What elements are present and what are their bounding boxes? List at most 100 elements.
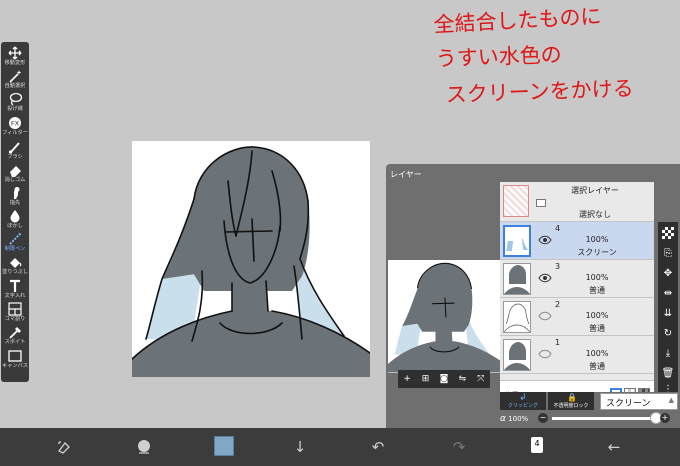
annotation-line-2: うすい水色の [435, 43, 562, 71]
layer-number: 2 [555, 300, 561, 309]
layer-preview [388, 260, 501, 373]
blur-drop-icon [10, 210, 20, 223]
tool-move-transform[interactable]: 移動変形 [1, 46, 29, 68]
layer-row[interactable]: 2 100% 普通 [500, 298, 654, 336]
tool-smudge[interactable]: 指先 [1, 186, 29, 208]
transform-icon[interactable]: ⤧ [475, 374, 487, 384]
layer-blend-mode: 普通 [589, 286, 605, 295]
tool-text[interactable]: 文字入れ [1, 279, 29, 301]
move-arrows-icon[interactable]: ✥ [658, 264, 678, 282]
drawing-canvas[interactable] [132, 141, 370, 377]
svg-text:FX: FX [11, 120, 20, 128]
layer-opacity: 100% [585, 273, 609, 282]
selection-layer-icon [536, 199, 546, 207]
brush-size-icon[interactable] [134, 437, 154, 457]
layer-panel: レイヤー + ⊞ ◙ ⇋ ⤧ 選択レイヤー 選択なし 4 100% スクリーン … [386, 164, 680, 428]
alpha-increase-button[interactable]: + [660, 413, 670, 423]
canvas-icon [8, 350, 22, 362]
tool-brush[interactable]: ブラシ [1, 140, 29, 162]
layer-opacity: 100% [585, 311, 609, 320]
layer-number: 3 [555, 262, 561, 271]
layer-row[interactable]: 4 100% スクリーン [500, 222, 654, 260]
add-layer-icon[interactable]: + [401, 374, 413, 384]
blend-mode-value: スクリーン [606, 399, 651, 409]
alpha-slider-track[interactable] [552, 417, 656, 420]
annotation-line-1: 全結合したものに [433, 4, 602, 37]
tool-filter[interactable]: FX フィルター [1, 116, 29, 138]
handwritten-annotation: 全結合したものに うすい水色の スクリーンをかける [424, 4, 664, 114]
layer-count-badge[interactable]: 4 [531, 437, 543, 453]
blend-controls: ↲ クリッピング 🔒 不透明度ロック スクリーン ▲ [500, 392, 678, 410]
merge-down-icon[interactable]: ⇊ [658, 304, 678, 322]
layer-action-bar: + ⊞ ◙ ⇋ ⤧ [398, 370, 490, 388]
clipping-button[interactable]: ↲ クリッピング [500, 392, 546, 410]
layer-opacity: 100% [585, 349, 609, 358]
layer-panel-title: レイヤー [390, 170, 422, 179]
move-bottom-icon[interactable]: ⤓ [658, 344, 678, 362]
layer-side-tools: ⎘ ✥ ⇹ ⇊ ↻ ⤓ 🗑 ⋮ [658, 222, 678, 395]
quick-menu-icon[interactable] [54, 437, 74, 457]
layer-row[interactable]: 1 100% 普通 [500, 336, 654, 374]
limit-pen-icon [9, 232, 22, 245]
tool-limit-pen[interactable]: 制限ペン [1, 232, 29, 254]
flip-horizontal-icon[interactable]: ⇋ [456, 374, 468, 384]
opacity-lock-label: 不透明度ロック [553, 403, 589, 409]
tool-fill[interactable]: 塗りつぶし [1, 255, 29, 277]
move-arrows-icon [8, 46, 22, 60]
blend-mode-select[interactable]: スクリーン ▲ [600, 393, 678, 410]
fill-bucket-icon [10, 258, 22, 268]
annotation-line-3: スクリーンをかける [445, 76, 634, 107]
selection-layer-title: 選択レイヤー [571, 186, 619, 195]
annotation-svg: 全結合したものに うすい水色の スクリーンをかける [433, 4, 634, 107]
lock-icon: 🔒 [567, 393, 577, 402]
selection-layer-status: 選択なし [579, 210, 611, 219]
download-arrow-icon[interactable]: ↓ [290, 437, 310, 457]
eraser-icon [10, 166, 21, 177]
brush-icon [8, 142, 20, 154]
artwork [132, 146, 370, 377]
text-t-icon [10, 279, 20, 292]
layer-blend-mode: 普通 [589, 362, 605, 371]
clipping-label: クリッピング [507, 403, 538, 409]
lasso-icon [9, 92, 23, 106]
smudge-finger-icon [14, 187, 20, 199]
back-arrow-icon[interactable]: ← [604, 437, 624, 457]
tool-magic-wand[interactable]: 自動選択 [1, 69, 29, 91]
tool-blur[interactable]: ぼかし [1, 209, 29, 231]
tool-eyedropper[interactable]: スポイト [1, 325, 29, 347]
clipboard-icon[interactable]: ⎘ [658, 244, 678, 262]
camera-icon[interactable]: ◙ [438, 374, 450, 384]
frame-divide-icon [8, 302, 22, 316]
redo-icon[interactable]: ↷ [449, 437, 469, 457]
eyedropper-icon [9, 327, 21, 339]
flip-icon[interactable]: ⇹ [658, 284, 678, 302]
alpha-label: α 100% [500, 414, 528, 424]
preview-artwork [388, 262, 501, 373]
tool-eraser[interactable]: 消しゴム [1, 163, 29, 185]
opacity-lock-button[interactable]: 🔒 不透明度ロック [548, 392, 594, 410]
tool-canvas[interactable]: キャンバス [1, 349, 29, 371]
add-layer-image-icon[interactable]: ⊞ [420, 374, 432, 384]
selection-layer-row[interactable]: 選択レイヤー 選択なし [500, 182, 654, 222]
selection-layer-thumbnail [503, 185, 529, 217]
current-color-swatch[interactable] [214, 436, 234, 456]
fx-icon: FX [9, 117, 21, 129]
tool-lasso[interactable]: 投げ縄 [1, 92, 29, 114]
checker-pattern-icon[interactable] [658, 224, 678, 242]
layer-number: 1 [555, 338, 561, 347]
layer-opacity: 100% [585, 235, 609, 244]
rotate-icon[interactable]: ↻ [658, 324, 678, 342]
alpha-symbol: α [500, 414, 506, 424]
bottom-toolbar: ↓ ↶ ↷ 4 ← [0, 428, 680, 466]
layer-list: 選択レイヤー 選択なし 4 100% スクリーン 3 100% 普通 2 100… [500, 182, 654, 406]
alpha-decrease-button[interactable]: − [538, 413, 548, 423]
undo-icon[interactable]: ↶ [368, 437, 388, 457]
tool-palette: 移動変形 自動選択 投げ縄 FX フィルター ブラシ 消しゴム 指先 ぼかし 制… [1, 42, 29, 382]
layer-blend-mode: スクリーン [577, 248, 617, 257]
clipping-arrow-icon: ↲ [519, 393, 527, 403]
alpha-value: 100% [508, 415, 529, 423]
layer-row[interactable]: 3 100% 普通 [500, 260, 654, 298]
layer-blend-mode: 普通 [589, 324, 605, 333]
tool-frame-divide[interactable]: コマ割り [1, 302, 29, 324]
dropdown-arrow-icon: ▲ [668, 396, 674, 404]
